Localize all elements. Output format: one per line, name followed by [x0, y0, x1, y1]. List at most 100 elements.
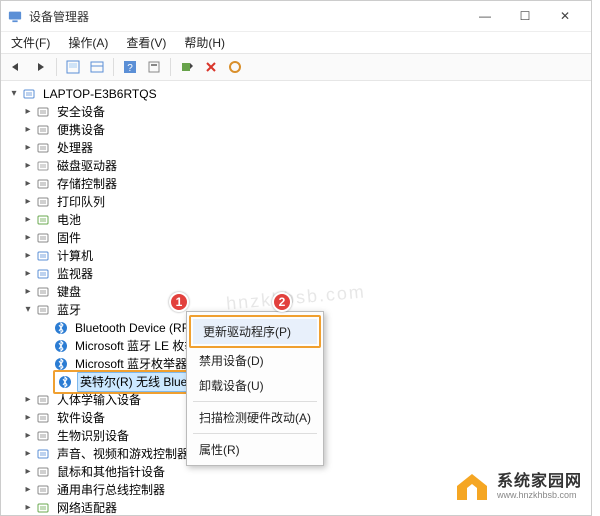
expand-icon[interactable]: ▸	[21, 285, 35, 299]
device-manager-window: 设备管理器 — ☐ ✕ 文件(F) 操作(A) 查看(V) 帮助(H) ? ▾ L…	[0, 0, 592, 516]
tree-category[interactable]: ▸ 键盘	[3, 283, 591, 301]
expand-icon[interactable]: ▸	[21, 429, 35, 443]
expand-icon[interactable]: ▸	[21, 447, 35, 461]
expand-icon[interactable]: ▸	[21, 483, 35, 497]
tree-category-label: 鼠标和其他指针设备	[55, 463, 167, 481]
tree-category-label: 打印队列	[55, 193, 107, 211]
nav-forward-button[interactable]	[29, 56, 51, 78]
tree-category-label: 计算机	[55, 247, 95, 265]
expand-icon[interactable]: ▸	[21, 159, 35, 173]
menu-help[interactable]: 帮助(H)	[178, 32, 231, 53]
biometric-icon	[35, 428, 51, 444]
expand-icon[interactable]: ▸	[21, 501, 35, 515]
tree-category-label: 固件	[55, 229, 83, 247]
toolbar-uninstall-icon[interactable]	[200, 56, 222, 78]
ctx-disable-device[interactable]: 禁用设备(D)	[189, 348, 321, 373]
ctx-scan-hardware[interactable]: 扫描检测硬件改动(A)	[189, 405, 321, 430]
tree-category[interactable]: ▸ 处理器	[3, 139, 591, 157]
tree-category[interactable]: ▸ 计算机	[3, 247, 591, 265]
toolbar-refresh-icon[interactable]	[224, 56, 246, 78]
toolbar-separator	[56, 58, 57, 76]
callout-box-2: 更新驱动程序(P)	[189, 315, 321, 348]
expand-icon[interactable]: ▸	[21, 465, 35, 479]
expand-icon[interactable]: ▸	[21, 177, 35, 191]
callout-1: 1	[169, 292, 189, 312]
toolbar-separator	[113, 58, 114, 76]
expand-icon[interactable]: ▸	[21, 231, 35, 245]
expand-icon[interactable]: ▸	[21, 411, 35, 425]
tree-root-label: LAPTOP-E3B6RTQS	[41, 85, 159, 103]
tree-category[interactable]: ▸ 电池	[3, 211, 591, 229]
nav-back-button[interactable]	[5, 56, 27, 78]
expand-icon[interactable]: ▸	[21, 393, 35, 407]
tree-category-label: 生物识别设备	[55, 427, 131, 445]
expand-icon[interactable]: ▸	[21, 141, 35, 155]
toolbar-scan-icon[interactable]	[176, 56, 198, 78]
toolbar-console-icon[interactable]	[62, 56, 84, 78]
toolbar-help-icon[interactable]: ?	[119, 56, 141, 78]
expand-icon[interactable]: ▸	[21, 213, 35, 227]
menu-view[interactable]: 查看(V)	[120, 32, 172, 53]
tree-category[interactable]: ▸ 磁盘驱动器	[3, 157, 591, 175]
cpu-icon	[35, 140, 51, 156]
brand-name: 系统家园网	[497, 473, 582, 491]
menu-file[interactable]: 文件(F)	[5, 32, 56, 53]
portable-icon	[35, 122, 51, 138]
printer-icon	[35, 194, 51, 210]
tree-pane: ▾ LAPTOP-E3B6RTQS ▸ 安全设备 ▸ 便携设备 ▸ 处理器 ▸ 磁盘驱动器 ▸ 存储控…	[1, 81, 591, 515]
tree-category[interactable]: ▸ 存储控制器	[3, 175, 591, 193]
tree-category[interactable]: ▸监视器	[3, 265, 591, 283]
bluetooth-icon	[53, 338, 69, 354]
expand-icon[interactable]: ▸	[21, 123, 35, 137]
brand-watermark: 系统家园网 www.hnzkhbsb.com	[455, 472, 582, 502]
tree-category-label: 安全设备	[55, 103, 107, 121]
tree-category-label: 存储控制器	[55, 175, 119, 193]
tree-category-label: 人体学输入设备	[55, 391, 143, 409]
tree-root[interactable]: ▾ LAPTOP-E3B6RTQS	[3, 85, 591, 103]
sound-icon	[35, 446, 51, 462]
ctx-properties[interactable]: 属性(R)	[189, 437, 321, 462]
expand-icon[interactable]: ▸	[21, 105, 35, 119]
expand-icon[interactable]: ▾	[21, 303, 35, 317]
callout-2: 2	[272, 292, 292, 312]
tree-category-label: 便携设备	[55, 121, 107, 139]
computer-icon	[35, 248, 51, 264]
software-icon	[35, 410, 51, 426]
tree-category[interactable]: ▸ 安全设备	[3, 103, 591, 121]
tree-category[interactable]: ▸ 便携设备	[3, 121, 591, 139]
bluetooth-icon	[35, 302, 51, 318]
tree-category-label: 蓝牙	[55, 301, 83, 319]
tree-category[interactable]: ▸ 固件	[3, 229, 591, 247]
battery-icon	[35, 212, 51, 228]
maximize-button[interactable]: ☐	[505, 2, 545, 30]
toolbar-view-icon[interactable]	[86, 56, 108, 78]
window-controls: — ☐ ✕	[465, 2, 585, 30]
tree-category[interactable]: ▸ 打印队列	[3, 193, 591, 211]
titlebar: 设备管理器 — ☐ ✕	[1, 1, 591, 31]
ctx-update-driver[interactable]: 更新驱动程序(P)	[193, 319, 317, 344]
collapse-icon[interactable]: ▾	[7, 87, 21, 101]
ctx-separator	[193, 433, 317, 434]
toolbar-properties-icon[interactable]	[143, 56, 165, 78]
disk-icon	[35, 158, 51, 174]
expand-icon[interactable]: ▸	[21, 249, 35, 263]
tree-category-label: 磁盘驱动器	[55, 157, 119, 175]
tree-category-label: 处理器	[55, 139, 95, 157]
tree-category-label: 键盘	[55, 283, 83, 301]
expand-icon[interactable]: ▸	[21, 267, 35, 281]
storage-icon	[35, 176, 51, 192]
menubar: 文件(F) 操作(A) 查看(V) 帮助(H)	[1, 31, 591, 53]
tree-category-label: 软件设备	[55, 409, 107, 427]
monitor-icon	[35, 266, 51, 282]
expand-icon[interactable]: ▸	[21, 195, 35, 209]
minimize-button[interactable]: —	[465, 2, 505, 30]
keyboard-icon	[35, 284, 51, 300]
menu-action[interactable]: 操作(A)	[62, 32, 114, 53]
tree-category-label: 声音、视频和游戏控制器	[55, 445, 191, 463]
tree-category-label: 电池	[55, 211, 83, 229]
toolbar: ?	[1, 53, 591, 81]
close-button[interactable]: ✕	[545, 2, 585, 30]
ctx-uninstall-device[interactable]: 卸载设备(U)	[189, 373, 321, 398]
ctx-separator	[193, 401, 317, 402]
bluetooth-icon	[53, 320, 69, 336]
